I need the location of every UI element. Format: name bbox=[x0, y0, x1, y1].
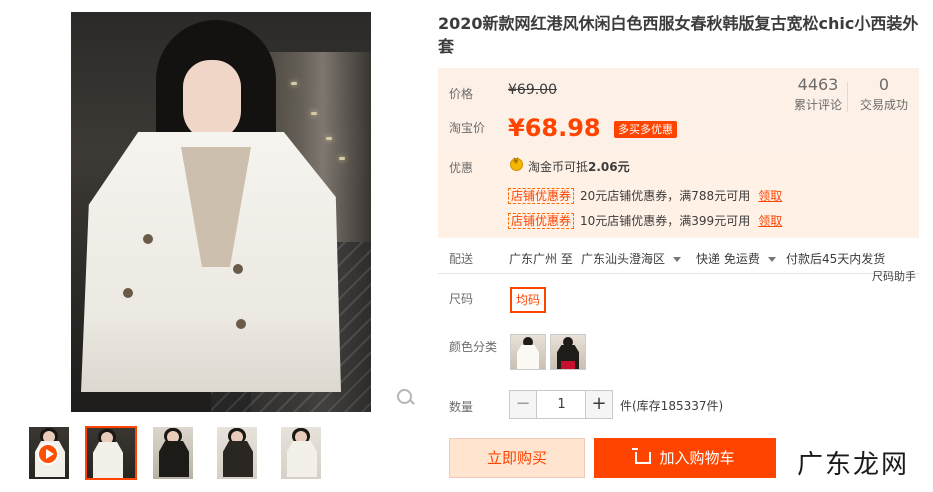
zoom-icon[interactable] bbox=[397, 389, 415, 407]
color-label: 颜色分类 bbox=[449, 340, 498, 354]
quantity-stepper: − 1 + bbox=[509, 390, 613, 419]
thumbnail-strip bbox=[20, 426, 380, 482]
ship-from: 广东广州 至 bbox=[509, 252, 573, 266]
original-price-label: 价格 bbox=[449, 87, 474, 101]
current-price: ¥68.98 bbox=[508, 114, 601, 142]
coat-button bbox=[236, 319, 246, 329]
shop-coupon-tag: 店铺优惠券 bbox=[508, 188, 575, 204]
discount-label: 优惠 bbox=[449, 161, 474, 175]
product-title: 2020新款网红港风休闲白色西服女春秋韩版复古宽松chic小西装外套 bbox=[438, 14, 919, 56]
quantity-input[interactable]: 1 bbox=[538, 391, 585, 418]
sales-count-stat: 0 交易成功 bbox=[859, 75, 908, 112]
thumbnail-3[interactable] bbox=[216, 426, 258, 480]
quantity-increase-button[interactable]: + bbox=[585, 391, 612, 418]
coat-button bbox=[123, 288, 133, 298]
multi-buy-promo-tag[interactable]: 多买多优惠 bbox=[614, 121, 677, 138]
claim-coupon-link[interactable]: 领取 bbox=[758, 214, 782, 228]
size-option-free[interactable]: 均码 bbox=[510, 287, 547, 313]
chevron-down-icon bbox=[767, 257, 776, 262]
thumbnail-2[interactable] bbox=[152, 426, 194, 480]
ship-to-select[interactable]: 广东汕头澄海区 bbox=[581, 250, 682, 267]
main-product-image[interactable] bbox=[71, 12, 371, 412]
model-face bbox=[183, 60, 241, 140]
shop-coupon-tag: 店铺优惠券 bbox=[508, 213, 575, 229]
stock-info: 件(库存185337件) bbox=[620, 399, 724, 413]
chevron-down-icon bbox=[673, 257, 682, 262]
review-count-stat[interactable]: 4463 累计评论 bbox=[790, 75, 846, 113]
coat-button bbox=[233, 264, 243, 274]
cart-icon bbox=[632, 448, 652, 464]
coat-button bbox=[143, 234, 153, 244]
color-option-black[interactable] bbox=[550, 334, 586, 370]
claim-coupon-link[interactable]: 领取 bbox=[758, 189, 782, 203]
buy-now-button[interactable]: 立即购买 bbox=[449, 438, 585, 478]
thumbnail-video[interactable] bbox=[28, 426, 70, 480]
add-to-cart-button[interactable]: 加入购物车 bbox=[594, 438, 776, 478]
ship-eta: 付款后45天内发货 bbox=[786, 252, 886, 266]
shipping-row: 配送 广东广州 至 广东汕头澄海区 快递 免运费 付款后45天内发货 bbox=[438, 248, 919, 274]
thumbnail-4[interactable] bbox=[280, 426, 322, 480]
coupon-row: 店铺优惠券 20元店铺优惠券，满788元可用 领取 bbox=[508, 188, 782, 204]
quantity-label: 数量 bbox=[449, 400, 474, 414]
size-label: 尺码 bbox=[449, 292, 474, 306]
price-panel: 价格 ¥69.00 淘宝价 ¥68.98 多买多优惠 4463 累计评论 0 交… bbox=[438, 68, 919, 238]
original-price: ¥69.00 bbox=[508, 82, 557, 98]
coin-discount-text: 淘金币可抵2.06元 bbox=[528, 160, 630, 174]
play-icon[interactable] bbox=[37, 443, 59, 465]
watermark: 广东龙网 bbox=[797, 450, 910, 480]
coupon-row: 店铺优惠券 10元店铺优惠券，满399元可用 领取 bbox=[508, 213, 782, 229]
ship-method-select[interactable]: 快递 免运费 bbox=[696, 250, 776, 267]
size-helper-link[interactable]: 尺码助手 bbox=[872, 268, 916, 284]
shipping-label: 配送 bbox=[449, 252, 474, 266]
color-option-white[interactable] bbox=[510, 334, 546, 370]
taojinbi-coin-icon bbox=[510, 157, 523, 171]
thumbnail-1[interactable] bbox=[85, 426, 137, 480]
quantity-decrease-button[interactable]: − bbox=[510, 391, 537, 418]
stat-divider bbox=[847, 82, 848, 112]
product-page: 2020新款网红港风休闲白色西服女春秋韩版复古宽松chic小西装外套 价格 ¥6… bbox=[0, 0, 933, 492]
taobao-price-label: 淘宝价 bbox=[449, 121, 486, 135]
